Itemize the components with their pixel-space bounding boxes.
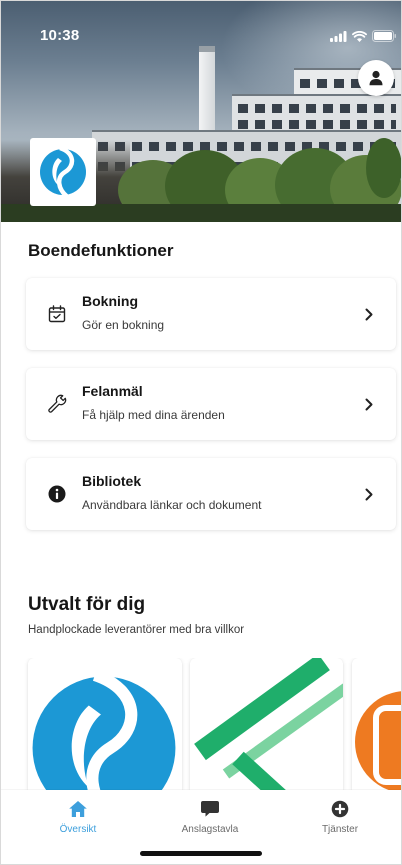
function-subtitle: Få hjälp med dina ärenden bbox=[82, 408, 225, 422]
tab-notice-board[interactable]: Anslagstavla bbox=[155, 790, 265, 842]
profile-button[interactable] bbox=[358, 60, 394, 96]
home-icon bbox=[69, 801, 87, 817]
function-subtitle: Användbara länkar och dokument bbox=[82, 498, 262, 512]
ground bbox=[0, 204, 402, 222]
chimney bbox=[199, 46, 215, 136]
building-block bbox=[232, 94, 402, 132]
tab-label: Tjänster bbox=[321, 824, 359, 835]
green-stripes-logo-icon bbox=[194, 658, 343, 790]
function-card-fault-report[interactable]: Felanmäl Få hjälp med dina ärenden bbox=[26, 368, 396, 440]
function-subtitle: Gör en bokning bbox=[82, 318, 165, 332]
app-screen: 10:38 Boendefunktioner Bokning Gör en bo… bbox=[0, 0, 402, 865]
hero-banner: 10:38 bbox=[0, 0, 402, 222]
function-title: Bokning bbox=[82, 293, 138, 309]
partner-card[interactable] bbox=[352, 658, 402, 790]
tab-overview[interactable]: Översikt bbox=[23, 790, 133, 842]
section-title-functions: Boendefunktioner bbox=[28, 241, 174, 260]
partner-card[interactable] bbox=[28, 658, 182, 790]
partner-card[interactable] bbox=[190, 658, 343, 790]
info-icon bbox=[48, 485, 66, 503]
chevron-right-icon bbox=[365, 398, 373, 411]
function-title: Bibliotek bbox=[82, 473, 142, 489]
window-row bbox=[98, 142, 396, 151]
window-row bbox=[238, 120, 396, 129]
calendar-icon bbox=[48, 305, 66, 323]
status-time: 10:38 bbox=[40, 27, 80, 44]
section-subtitle-featured: Handplockade leverantörer med bra villko… bbox=[28, 624, 245, 636]
wifi-icon bbox=[352, 31, 367, 42]
function-card-booking[interactable]: Bokning Gör en bokning bbox=[26, 278, 396, 350]
tab-label: Översikt bbox=[59, 824, 97, 835]
tab-label: Anslagstavla bbox=[181, 824, 239, 835]
brand-logo-icon bbox=[40, 147, 86, 197]
signal-icon bbox=[330, 31, 347, 42]
wrench-icon bbox=[48, 394, 67, 413]
function-card-library[interactable]: Bibliotek Användbara länkar och dokument bbox=[26, 458, 396, 530]
plus-circle-icon bbox=[331, 800, 349, 818]
function-title: Felanmäl bbox=[82, 383, 143, 399]
chevron-right-icon bbox=[365, 308, 373, 321]
section-title-featured: Utvalt för dig bbox=[28, 594, 146, 615]
partner-carousel[interactable] bbox=[0, 658, 402, 790]
tab-services[interactable]: Tjänster bbox=[285, 790, 395, 842]
blue-s-logo-icon bbox=[32, 672, 176, 790]
person-icon bbox=[369, 70, 383, 86]
chat-icon bbox=[201, 801, 219, 817]
chevron-right-icon bbox=[365, 488, 373, 501]
bottom-tab-bar: Översikt Anslagstavla Tjänster bbox=[0, 790, 402, 865]
orange-device-logo-icon bbox=[355, 691, 402, 790]
home-indicator[interactable] bbox=[140, 851, 262, 856]
tree bbox=[366, 138, 402, 198]
property-logo bbox=[30, 138, 96, 206]
window-row bbox=[238, 104, 396, 113]
chimney-band bbox=[199, 46, 215, 52]
battery-icon bbox=[372, 30, 396, 42]
